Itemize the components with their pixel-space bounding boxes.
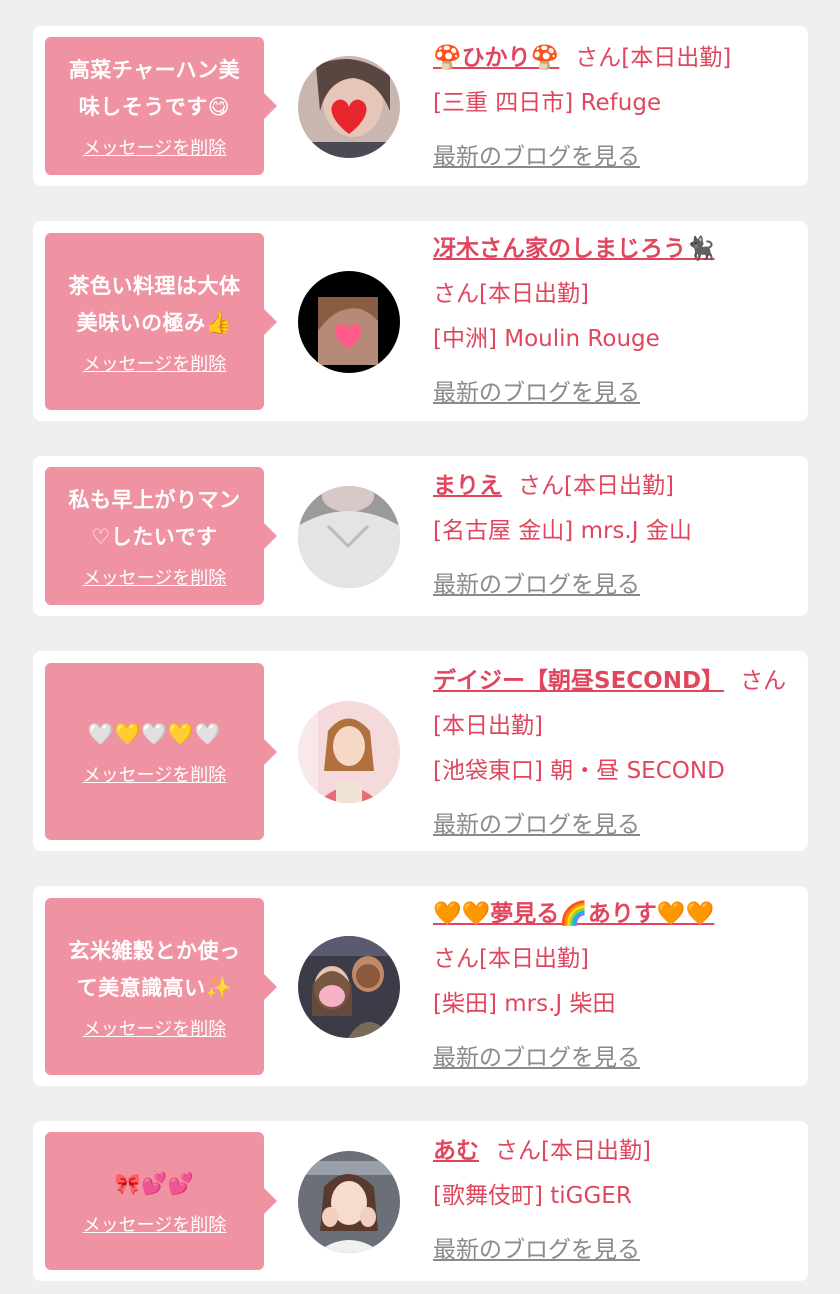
message-card: 茶色い料理は大体 美味いの極み👍 メッセージを削除 冴木さん家のしまじろう🐈‍⬛… (33, 221, 808, 421)
avatar-image (298, 701, 400, 803)
message-bubble: 玄米雑穀とか使っ て美意識高い✨ メッセージを削除 (45, 898, 277, 1075)
latest-blog-link[interactable]: 最新のブログを見る (433, 371, 794, 416)
attendance-status: さん[本日出勤] (575, 45, 732, 71)
message-text: 🤍💛🤍💛🤍 (87, 722, 222, 746)
message-text: 私も早上がりマン ♡したいです (68, 488, 241, 549)
sender-name-link[interactable]: あむ (433, 1138, 479, 1164)
message-text: 玄米雑穀とか使っ て美意識高い✨ (68, 938, 241, 1000)
delete-message-link[interactable]: メッセージを削除 (83, 564, 227, 590)
shop-info: [名古屋 金山] mrs.J 金山 (433, 518, 692, 544)
latest-blog-link[interactable]: 最新のブログを見る (433, 1036, 794, 1081)
sender-info: 🧡🧡夢見る🌈ありす🧡🧡 さん[本日出勤] [柴田] mrs.J 柴田 最新のブログ… (433, 892, 794, 1081)
message-bubble: 高菜チャーハン美 味しそうです😋 メッセージを削除 (45, 37, 277, 175)
latest-blog-link[interactable]: 最新のブログを見る (433, 135, 794, 180)
attendance-status: さん[本日出勤] (433, 281, 589, 307)
message-text: 茶色い料理は大体 美味いの極み👍 (68, 273, 241, 335)
sender-info: 🍄ひかり🍄 さん[本日出勤] [三重 四日市] Refuge 最新のブログを見る (433, 36, 794, 180)
sender-name-link[interactable]: 冴木さん家のしまじろう🐈‍⬛ (433, 236, 715, 262)
delete-message-link[interactable]: メッセージを削除 (83, 761, 227, 787)
shop-info: [柴田] mrs.J 柴田 (433, 991, 616, 1017)
latest-blog-link[interactable]: 最新のブログを見る (433, 1228, 794, 1273)
sender-info: デイジー【朝昼SECOND】 さん[本日出勤] [池袋東口] 朝・昼 SECOND… (433, 659, 794, 848)
latest-blog-link[interactable]: 最新のブログを見る (433, 563, 794, 608)
sender-name-link[interactable]: 🧡🧡夢見る🌈ありす🧡🧡 (433, 901, 714, 927)
sender-name-link[interactable]: デイジー【朝昼SECOND】 (433, 668, 724, 694)
shop-info: [池袋東口] 朝・昼 SECOND (433, 758, 725, 784)
message-card: 🤍💛🤍💛🤍 メッセージを削除 デイジー【朝昼SECOND】 さん[本日出勤] [池… (33, 651, 808, 851)
delete-message-link[interactable]: メッセージを削除 (83, 1015, 227, 1041)
shop-info: [歌舞伎町] tiGGER (433, 1183, 632, 1209)
message-bubble: 茶色い料理は大体 美味いの極み👍 メッセージを削除 (45, 233, 277, 410)
delete-message-link[interactable]: メッセージを削除 (83, 1211, 227, 1237)
attendance-status: さん[本日出勤] (433, 946, 589, 972)
avatar[interactable] (298, 56, 400, 158)
sender-info: 冴木さん家のしまじろう🐈‍⬛ さん[本日出勤] [中洲] Moulin Rouge… (433, 227, 794, 416)
message-list: 高菜チャーハン美 味しそうです😋 メッセージを削除 🍄ひかり🍄 さん[本日出勤] … (0, 0, 840, 1294)
message-card: 私も早上がりマン ♡したいです メッセージを削除 まりえ さん[本日出勤] [名古… (33, 456, 808, 616)
avatar[interactable] (298, 486, 400, 588)
avatar-image (298, 936, 400, 1038)
sender-name-link[interactable]: 🍄ひかり🍄 (433, 45, 559, 71)
message-bubble: 🤍💛🤍💛🤍 メッセージを削除 (45, 663, 277, 840)
message-text: 🎀💕💕 (114, 1171, 195, 1196)
avatar[interactable] (298, 936, 400, 1038)
avatar-image (298, 56, 400, 158)
message-text: 高菜チャーハン美 味しそうです😋 (68, 58, 241, 119)
delete-message-link[interactable]: メッセージを削除 (83, 350, 227, 376)
message-bubble: 🎀💕💕 メッセージを削除 (45, 1132, 277, 1270)
shop-info: [三重 四日市] Refuge (433, 90, 662, 116)
delete-message-link[interactable]: メッセージを削除 (83, 134, 227, 160)
sender-name-link[interactable]: まりえ (433, 473, 502, 499)
avatar[interactable] (298, 701, 400, 803)
sender-info: まりえ さん[本日出勤] [名古屋 金山] mrs.J 金山 最新のブログを見る (433, 464, 794, 608)
avatar-image (298, 271, 400, 373)
shop-info: [中洲] Moulin Rouge (433, 326, 660, 352)
avatar[interactable] (298, 271, 400, 373)
sender-info: あむ さん[本日出勤] [歌舞伎町] tiGGER 最新のブログを見る (433, 1129, 794, 1273)
latest-blog-link[interactable]: 最新のブログを見る (433, 803, 794, 848)
attendance-status: さん[本日出勤] (495, 1138, 651, 1164)
attendance-status: さん[本日出勤] (518, 473, 674, 499)
avatar[interactable] (298, 1151, 400, 1253)
avatar-image (298, 486, 400, 588)
message-card: 🎀💕💕 メッセージを削除 あむ さん[本日出勤] [歌舞伎町] tiGGER 最新… (33, 1121, 808, 1281)
message-bubble: 私も早上がりマン ♡したいです メッセージを削除 (45, 467, 277, 605)
avatar-image (298, 1151, 400, 1253)
message-card: 高菜チャーハン美 味しそうです😋 メッセージを削除 🍄ひかり🍄 さん[本日出勤] … (33, 26, 808, 186)
message-card: 玄米雑穀とか使っ て美意識高い✨ メッセージを削除 🧡🧡夢見る🌈ありす🧡🧡 さん[… (33, 886, 808, 1086)
